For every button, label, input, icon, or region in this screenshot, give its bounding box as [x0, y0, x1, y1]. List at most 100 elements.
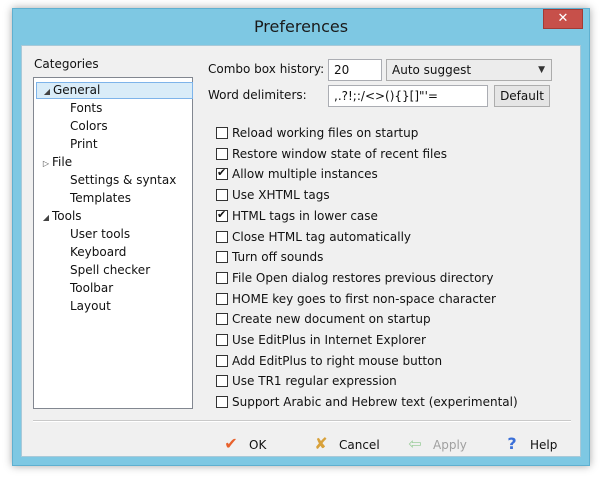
categories-label: Categories [34, 57, 99, 71]
option-label[interactable]: Create new document on startup [232, 312, 431, 326]
option-row: Close HTML tag automatically [216, 230, 411, 246]
tree-item-label: Templates [70, 191, 132, 205]
option-row: Create new document on startup [216, 312, 431, 328]
tree-item-layout[interactable]: Layout [34, 298, 111, 315]
option-label[interactable]: Use EditPlus in Internet Explorer [232, 333, 426, 347]
word-delimiters-input[interactable]: ,.?!;:/<>(){}[]"'= [328, 85, 488, 107]
option-checkbox[interactable] [216, 127, 228, 139]
checkmark-icon: ✔ [217, 166, 227, 180]
checkmark-icon: ✔ [217, 207, 227, 221]
combo-history-input[interactable]: 20 [328, 59, 382, 81]
option-checkbox[interactable] [216, 334, 228, 346]
option-row: File Open dialog restores previous direc… [216, 271, 493, 287]
option-checkbox[interactable] [216, 396, 228, 409]
option-checkbox[interactable] [216, 354, 228, 367]
cancel-button[interactable]: ✘ Cancel [309, 433, 380, 455]
ok-label: OK [249, 438, 267, 452]
tree-item-user-tools[interactable]: User tools [34, 226, 130, 243]
tree-item-label: Tools [52, 209, 82, 223]
apply-button[interactable]: ⇦ Apply [403, 433, 467, 455]
option-row: Use XHTML tags [216, 188, 330, 204]
option-row: HOME key goes to first non-space charact… [216, 292, 496, 308]
option-row: Add EditPlus to right mouse button [216, 354, 442, 370]
help-label: Help [530, 438, 558, 452]
option-checkbox[interactable] [216, 230, 228, 243]
option-label[interactable]: Use XHTML tags [232, 188, 330, 202]
close-button[interactable]: ✕ [543, 9, 583, 29]
option-row: Turn off sounds [216, 250, 323, 266]
tree-item-toolbar[interactable]: Toolbar [34, 280, 113, 297]
tree-item-label: User tools [70, 227, 131, 241]
apply-label: Apply [433, 438, 467, 452]
tree-item-general[interactable]: ◢ General [36, 82, 193, 99]
default-button[interactable]: Default [494, 85, 550, 107]
option-label[interactable]: Reload working files on startup [232, 126, 418, 140]
tree-item-label: Layout [70, 299, 111, 313]
tree-item-print[interactable]: Print [34, 136, 98, 153]
option-label[interactable]: Restore window state of recent files [232, 147, 447, 161]
cancel-label: Cancel [339, 438, 380, 452]
option-label[interactable]: Turn off sounds [232, 250, 323, 264]
tree-item-spell-checker[interactable]: Spell checker [34, 262, 150, 279]
tree-item-label: File [52, 155, 73, 169]
dialog-body: Categories ◢ General Fonts Colors Print ▷ File… [21, 45, 581, 457]
combo-history-mode-select[interactable]: Auto suggest ▼ [386, 59, 552, 81]
help-button[interactable]: ? Help [500, 433, 557, 455]
option-label[interactable]: Add EditPlus to right mouse button [232, 354, 442, 368]
option-checkbox[interactable]: ✔ [216, 166, 228, 181]
tree-item-fonts[interactable]: Fonts [34, 100, 102, 117]
option-checkbox[interactable] [216, 313, 228, 326]
option-checkbox[interactable] [216, 292, 228, 305]
option-label[interactable]: Support Arabic and Hebrew text (experime… [232, 395, 518, 409]
tree-item-keyboard[interactable]: Keyboard [34, 244, 126, 261]
chevron-down-icon: ▼ [538, 65, 545, 75]
option-checkbox[interactable] [216, 271, 228, 284]
tree-item-label: Keyboard [70, 245, 127, 259]
option-label[interactable]: Use TR1 regular expression [232, 374, 397, 388]
option-checkbox[interactable]: ✔ [216, 207, 228, 222]
title-bar[interactable]: Preferences ✕ [13, 9, 589, 45]
tree-item-settings-syntax[interactable]: Settings & syntax [34, 172, 176, 189]
option-row: Reload working files on startup [216, 126, 418, 142]
combo-history-mode-value: Auto suggest [392, 63, 472, 77]
option-row: Support Arabic and Hebrew text (experime… [216, 395, 518, 411]
expanded-arrow-icon[interactable]: ◢ [41, 84, 53, 99]
expanded-arrow-icon[interactable]: ◢ [40, 209, 52, 226]
option-row: Use TR1 regular expression [216, 374, 397, 390]
tree-item-label: Print [70, 137, 98, 151]
tree-item-tools[interactable]: ◢ Tools [36, 208, 82, 225]
tree-item-label: Toolbar [70, 281, 114, 295]
word-delimiters-label: Word delimiters: [208, 88, 307, 102]
cross-icon: ✘ [314, 434, 328, 453]
categories-tree[interactable]: ◢ General Fonts Colors Print ▷ File Settings & … [33, 77, 193, 409]
close-icon: ✕ [557, 11, 569, 26]
window-title: Preferences [253, 17, 349, 36]
tree-item-label: General [53, 83, 101, 97]
ok-button[interactable]: ✔ OK [219, 433, 266, 455]
tree-item-label: Spell checker [70, 263, 151, 277]
option-checkbox[interactable] [216, 189, 228, 202]
arrow-icon: ⇦ [408, 434, 422, 453]
option-label[interactable]: HOME key goes to first non-space charact… [232, 292, 496, 306]
check-icon: ✔ [224, 434, 238, 453]
tree-item-file[interactable]: ▷ File [36, 154, 72, 171]
collapsed-arrow-icon[interactable]: ▷ [40, 155, 52, 172]
tree-item-label: Fonts [70, 101, 103, 115]
option-checkbox[interactable] [216, 375, 228, 388]
option-row: ✔ Allow multiple instances [216, 166, 378, 183]
option-checkbox[interactable] [216, 147, 228, 160]
option-label[interactable]: File Open dialog restores previous direc… [232, 271, 493, 285]
combo-history-label: Combo box history: [208, 62, 325, 76]
tree-item-colors[interactable]: Colors [34, 118, 108, 135]
preferences-window: Preferences ✕ Categories ◢ General Fonts Co… [12, 8, 590, 466]
option-label[interactable]: HTML tags in lower case [232, 209, 378, 223]
option-row: ✔ HTML tags in lower case [216, 207, 378, 225]
divider [33, 420, 571, 422]
tree-item-templates[interactable]: Templates [34, 190, 131, 207]
option-checkbox[interactable] [216, 251, 228, 264]
option-row: Use EditPlus in Internet Explorer [216, 333, 426, 349]
tree-item-label: Colors [70, 119, 108, 133]
option-label[interactable]: Close HTML tag automatically [232, 230, 411, 244]
option-row: Restore window state of recent files [216, 147, 447, 163]
option-label[interactable]: Allow multiple instances [232, 167, 378, 181]
